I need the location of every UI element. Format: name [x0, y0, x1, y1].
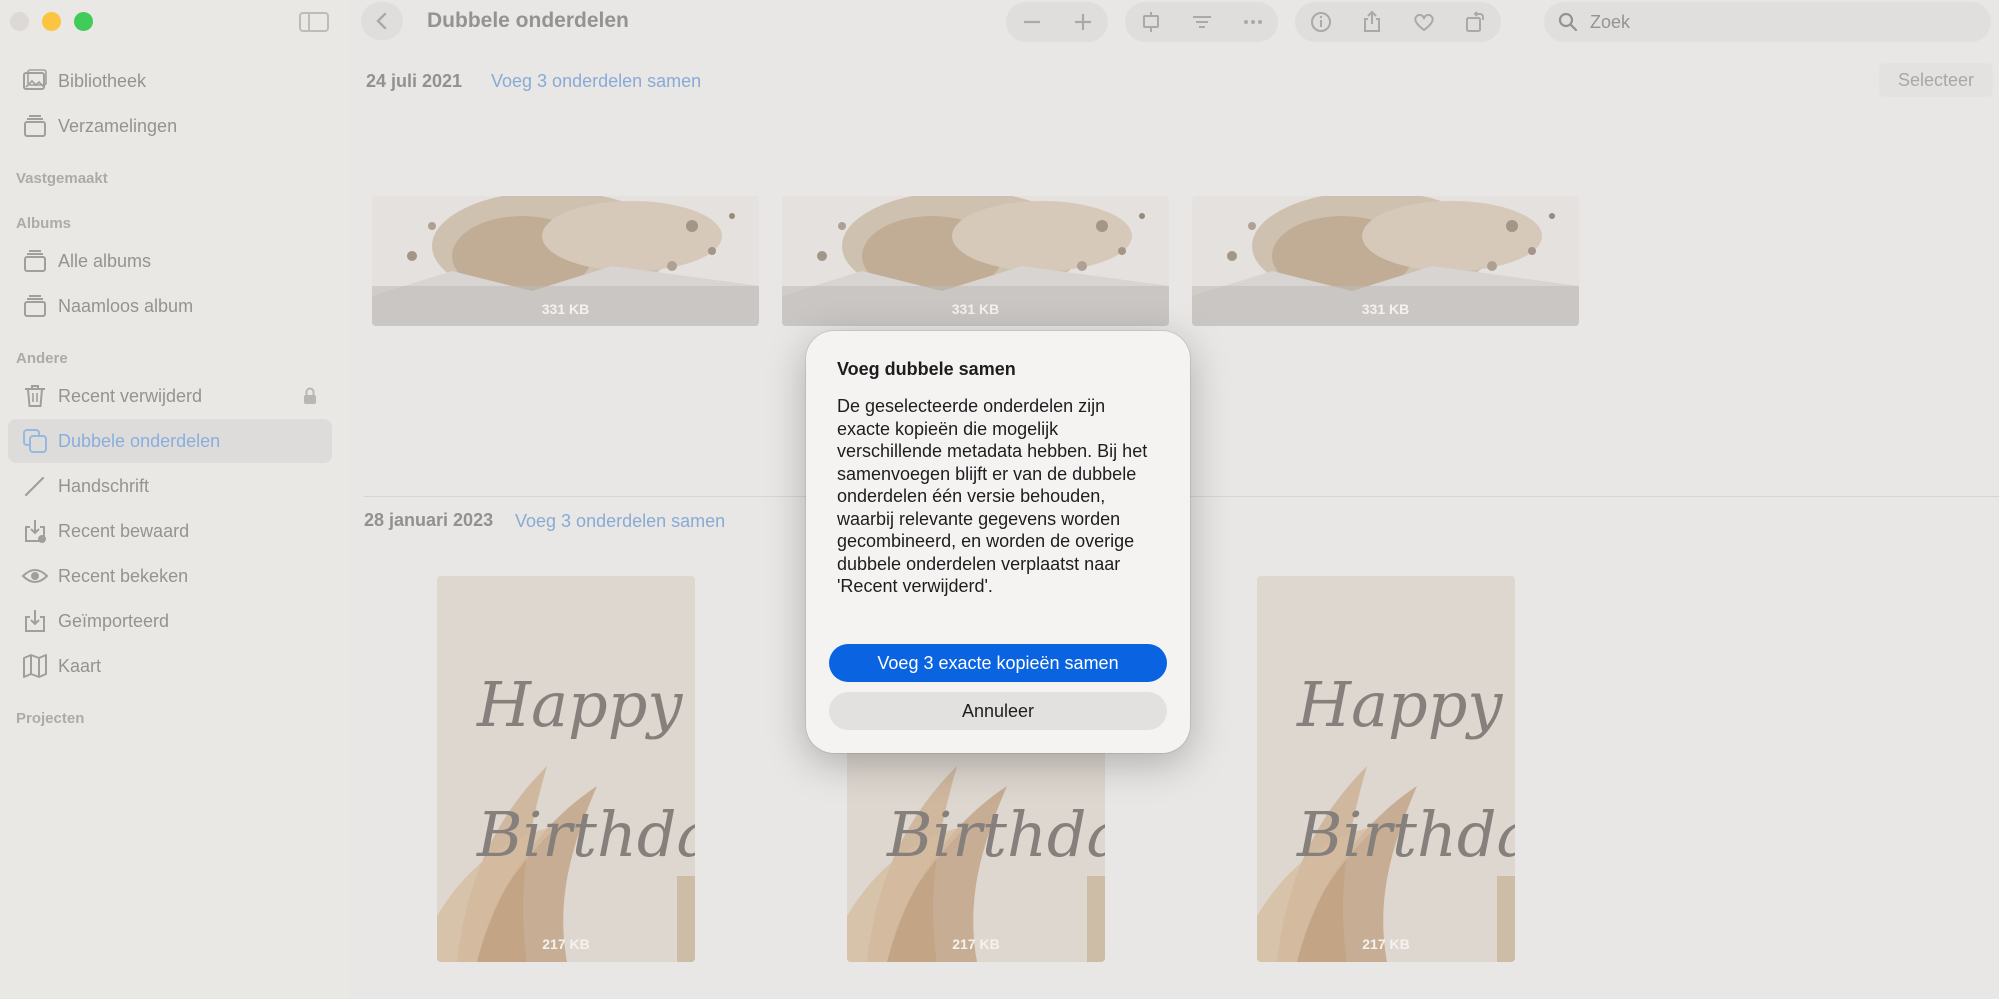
dialog-message: De geselecteerde onderdelen zijn exacte … [837, 396, 1148, 596]
merge-duplicates-dialog: Voeg dubbele samen De geselecteerde onde… [806, 331, 1190, 753]
dialog-title: Voeg dubbele samen [837, 359, 1016, 379]
cancel-button[interactable]: Annuleer [829, 692, 1167, 730]
merge-copies-button[interactable]: Voeg 3 exacte kopieën samen [829, 644, 1167, 682]
photos-app: Bibliotheek Verzamelingen Vastgemaakt Al… [0, 0, 1999, 1001]
